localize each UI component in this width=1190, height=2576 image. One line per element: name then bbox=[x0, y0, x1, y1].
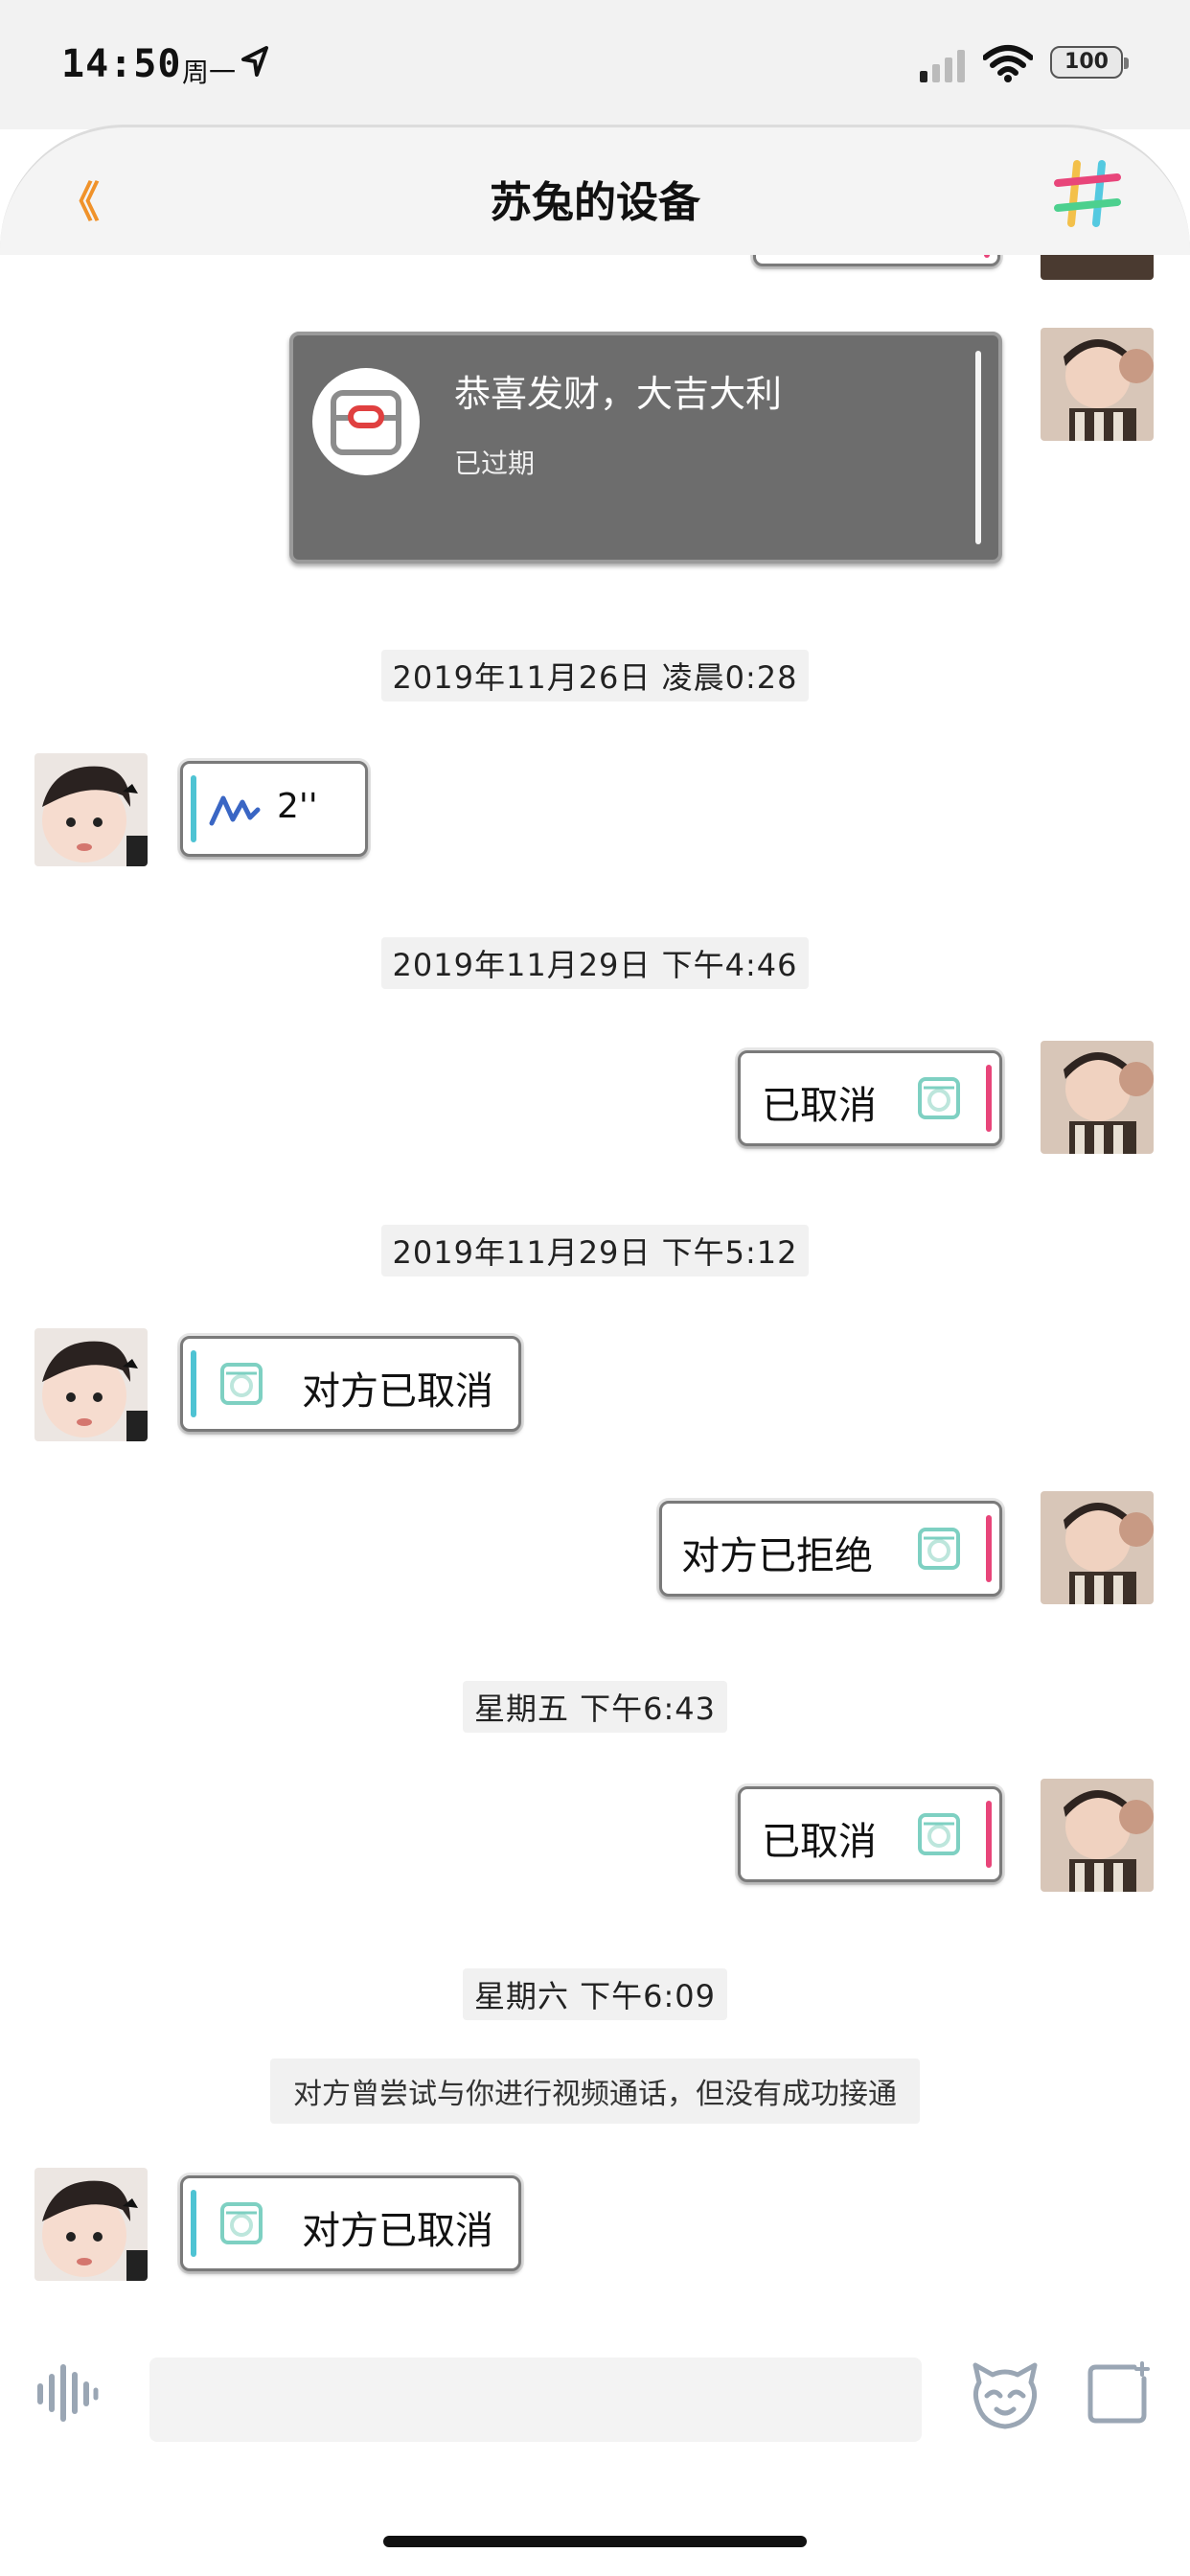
red-packet-card[interactable]: 恭喜发财，大吉大利 已过期 bbox=[289, 332, 1002, 564]
outgoing-bar bbox=[984, 255, 990, 258]
timestamp-text: 2019年11月29日 下午5:12 bbox=[380, 1225, 810, 1276]
battery-indicator: 100 bbox=[1050, 46, 1129, 79]
video-camera-icon bbox=[220, 2202, 263, 2244]
video-call-bubble[interactable]: 已取消 bbox=[738, 1786, 1002, 1882]
outgoing-bar bbox=[986, 1065, 992, 1132]
wifi-icon bbox=[983, 45, 1033, 82]
status-time: 14:50 bbox=[61, 42, 182, 86]
video-call-bubble[interactable]: 对方已拒绝 bbox=[659, 1501, 1002, 1597]
chat-message-list[interactable]: 恭喜发财，大吉大利 已过期 2019年11月26日 凌晨0:28 2'' 201… bbox=[0, 255, 1190, 2334]
video-camera-icon bbox=[918, 1528, 960, 1570]
avatar-contact[interactable] bbox=[34, 753, 148, 866]
voice-input-icon[interactable] bbox=[36, 2363, 100, 2423]
page-title: 苏兔的设备 bbox=[490, 178, 700, 227]
system-notice: 对方曾尝试与你进行视频通话，但没有成功接通 bbox=[0, 2058, 1190, 2124]
video-camera-icon bbox=[918, 1813, 960, 1855]
avatar-self[interactable] bbox=[1041, 1041, 1154, 1154]
hashtag-icon[interactable] bbox=[1052, 158, 1123, 229]
timestamp-text: 星期六 下午6:09 bbox=[462, 1968, 728, 2020]
avatar-contact[interactable] bbox=[34, 2168, 148, 2281]
red-packet-status: 已过期 bbox=[454, 448, 536, 479]
call-status-label: 对方已取消 bbox=[302, 2209, 493, 2253]
red-packet-icon bbox=[312, 368, 420, 475]
timestamp-text: 2019年11月29日 下午4:46 bbox=[380, 937, 810, 989]
add-attachment-icon[interactable] bbox=[1087, 2361, 1150, 2425]
voice-message-bubble[interactable]: 2'' bbox=[180, 761, 368, 857]
avatar-self[interactable] bbox=[1041, 328, 1154, 441]
timestamp-text: 2019年11月26日 凌晨0:28 bbox=[380, 650, 810, 702]
red-packet-bar bbox=[975, 351, 981, 544]
voice-duration: 2'' bbox=[277, 787, 318, 826]
call-status-label: 对方已拒绝 bbox=[681, 1534, 873, 1578]
incoming-bar bbox=[191, 2190, 196, 2257]
avatar-self[interactable] bbox=[1041, 1779, 1154, 1892]
red-packet-title: 恭喜发财，大吉大利 bbox=[454, 373, 783, 415]
timestamp: 2019年11月26日 凌晨0:28 bbox=[0, 650, 1190, 702]
video-call-bubble[interactable]: 已取消 bbox=[738, 1050, 1002, 1146]
timestamp: 星期六 下午6:09 bbox=[0, 1968, 1190, 2020]
avatar-self[interactable] bbox=[1041, 1491, 1154, 1604]
partial-message-bubble[interactable] bbox=[753, 255, 1000, 266]
call-status-label: 已取消 bbox=[762, 1820, 877, 1864]
outgoing-bar bbox=[986, 1515, 992, 1582]
timestamp: 2019年11月29日 下午5:12 bbox=[0, 1225, 1190, 1276]
call-status-label: 对方已取消 bbox=[302, 1369, 493, 1414]
incoming-bar bbox=[191, 775, 196, 842]
avatar-self[interactable] bbox=[1041, 255, 1154, 280]
timestamp-text: 星期五 下午6:43 bbox=[462, 1681, 728, 1733]
emoji-icon[interactable] bbox=[970, 2361, 1041, 2430]
location-arrow-icon bbox=[241, 46, 268, 77]
status-bar: 14:50 周一 100 bbox=[0, 0, 1190, 129]
timestamp: 2019年11月29日 下午4:46 bbox=[0, 937, 1190, 989]
message-input[interactable] bbox=[149, 2358, 922, 2442]
avatar-contact[interactable] bbox=[34, 1328, 148, 1441]
outgoing-bar bbox=[986, 1801, 992, 1868]
system-notice-text: 对方曾尝试与你进行视频通话，但没有成功接通 bbox=[270, 2058, 920, 2124]
call-status-label: 已取消 bbox=[762, 1084, 877, 1128]
incoming-bar bbox=[191, 1350, 196, 1417]
cellular-signal-icon bbox=[920, 50, 965, 82]
video-camera-icon bbox=[220, 1363, 263, 1405]
video-call-bubble[interactable]: 对方已取消 bbox=[180, 1336, 521, 1432]
video-call-bubble[interactable]: 对方已取消 bbox=[180, 2175, 521, 2271]
video-camera-icon bbox=[918, 1077, 960, 1119]
home-indicator[interactable] bbox=[383, 2536, 807, 2547]
voice-wave-icon bbox=[209, 795, 261, 826]
timestamp: 星期五 下午6:43 bbox=[0, 1681, 1190, 1733]
status-day: 周一 bbox=[182, 57, 237, 88]
nav-header: 《 苏兔的设备 bbox=[0, 125, 1190, 255]
